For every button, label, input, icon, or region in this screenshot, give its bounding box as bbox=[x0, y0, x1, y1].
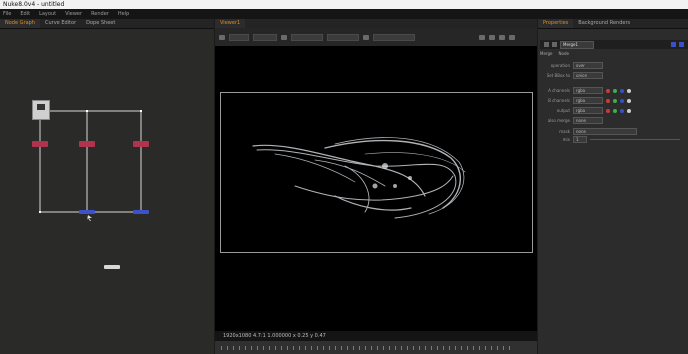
node-color-icon[interactable] bbox=[671, 42, 676, 47]
viewer-node[interactable] bbox=[104, 265, 120, 269]
menu-viewer[interactable]: Viewer bbox=[65, 11, 82, 17]
bbox-select[interactable]: union bbox=[573, 72, 603, 79]
green-channel-icon[interactable] bbox=[613, 108, 617, 113]
menu-edit[interactable]: Edit bbox=[20, 11, 30, 17]
mix-slider[interactable] bbox=[590, 139, 680, 140]
label-a-channels: A channels bbox=[548, 88, 570, 93]
lock-icon[interactable] bbox=[509, 34, 515, 40]
window-title: Nuke8.0v4 - untitled bbox=[0, 0, 688, 9]
tab-merge[interactable]: Merge bbox=[540, 51, 553, 58]
refresh-icon[interactable] bbox=[489, 34, 495, 40]
node-red-2[interactable] bbox=[79, 141, 95, 147]
channel-icon[interactable] bbox=[219, 34, 225, 40]
tab-node-graph[interactable]: Node Graph bbox=[0, 19, 40, 28]
node-red-1[interactable] bbox=[32, 141, 48, 147]
alpha-channel-icon[interactable] bbox=[627, 88, 631, 93]
channel-select[interactable] bbox=[229, 33, 249, 41]
props-tabbar: Properties Background Renders bbox=[538, 19, 688, 29]
props-knobs: operation over Set BBox to union A chann… bbox=[540, 62, 688, 143]
gain-icon[interactable] bbox=[363, 34, 369, 40]
timeline[interactable] bbox=[215, 341, 537, 354]
merge-node-2[interactable] bbox=[133, 210, 149, 214]
menu-layout[interactable]: Layout bbox=[39, 11, 56, 17]
alpha-channel-icon[interactable] bbox=[627, 108, 631, 113]
menu-bar: File Edit Layout Viewer Render Help bbox=[0, 9, 688, 19]
nodegraph-tabbar: Node Graph Curve Editor Dope Sheet bbox=[0, 19, 214, 29]
mix-field[interactable]: 1 bbox=[573, 136, 587, 143]
node-name-field[interactable]: Merge1 bbox=[560, 40, 594, 49]
label-output: output bbox=[556, 108, 570, 113]
tab-viewer1[interactable]: Viewer1 bbox=[215, 19, 246, 28]
alpha-icon[interactable] bbox=[281, 34, 287, 40]
alpha-channel-icon[interactable] bbox=[627, 98, 631, 103]
a-channels-select[interactable]: rgba bbox=[573, 87, 603, 94]
menu-file[interactable]: File bbox=[3, 11, 11, 17]
green-channel-icon[interactable] bbox=[613, 88, 617, 93]
node-float-icon[interactable] bbox=[552, 42, 557, 47]
blue-channel-icon[interactable] bbox=[620, 98, 624, 103]
node-graph-connections bbox=[39, 110, 142, 221]
tab-dope-sheet[interactable]: Dope Sheet bbox=[81, 19, 120, 28]
red-channel-icon[interactable] bbox=[606, 98, 610, 103]
merge-node-1[interactable] bbox=[79, 210, 95, 214]
menu-help[interactable]: Help bbox=[118, 11, 129, 17]
blue-channel-icon[interactable] bbox=[620, 88, 624, 93]
mask-select[interactable]: none bbox=[573, 128, 637, 135]
label-mask: mask bbox=[559, 129, 570, 134]
layer-select[interactable] bbox=[253, 33, 277, 41]
green-channel-icon[interactable] bbox=[613, 98, 617, 103]
node-color-icon-2[interactable] bbox=[679, 42, 684, 47]
node-graph[interactable] bbox=[0, 29, 214, 354]
node-close-icon[interactable] bbox=[544, 42, 549, 47]
mouse-cursor-icon bbox=[87, 215, 92, 221]
label-operation: operation bbox=[550, 63, 570, 68]
format-frame bbox=[220, 92, 533, 253]
viewer-status: 1920x1080 4.7:1 1.000000 x 0.25 y 0.47 bbox=[215, 331, 537, 341]
also-merge-select[interactable]: none bbox=[573, 117, 603, 124]
red-channel-icon[interactable] bbox=[606, 88, 610, 93]
props-inner-tabs: Merge Node bbox=[540, 51, 569, 58]
output-select[interactable]: rgba bbox=[573, 107, 603, 114]
label-also-merge: also merge bbox=[547, 118, 570, 123]
pause-icon[interactable] bbox=[499, 34, 505, 40]
timeline-ruler[interactable] bbox=[221, 346, 511, 350]
roi-icon[interactable] bbox=[479, 34, 485, 40]
label-mix: mix bbox=[562, 137, 570, 142]
read-node-thumbnail bbox=[37, 104, 45, 110]
tab-curve-editor[interactable]: Curve Editor bbox=[40, 19, 81, 28]
tab-properties[interactable]: Properties bbox=[538, 19, 574, 28]
viewer-toolbar bbox=[215, 28, 537, 46]
label-b-channels: B channels bbox=[548, 98, 570, 103]
node-header: Merge1 bbox=[540, 40, 688, 49]
menu-render[interactable]: Render bbox=[91, 11, 109, 17]
red-channel-icon[interactable] bbox=[606, 108, 610, 113]
node-red-3[interactable] bbox=[133, 141, 149, 147]
gain-slider[interactable] bbox=[373, 33, 415, 41]
tab-node[interactable]: Node bbox=[559, 51, 569, 58]
input-b-select[interactable] bbox=[327, 33, 359, 41]
input-a-select[interactable] bbox=[291, 33, 323, 41]
tab-background-renders[interactable]: Background Renders bbox=[573, 19, 635, 28]
blue-channel-icon[interactable] bbox=[620, 108, 624, 113]
b-channels-select[interactable]: rgba bbox=[573, 97, 603, 104]
read-node[interactable] bbox=[32, 100, 50, 120]
label-bbox: Set BBox to bbox=[546, 73, 570, 78]
operation-select[interactable]: over bbox=[573, 62, 603, 69]
